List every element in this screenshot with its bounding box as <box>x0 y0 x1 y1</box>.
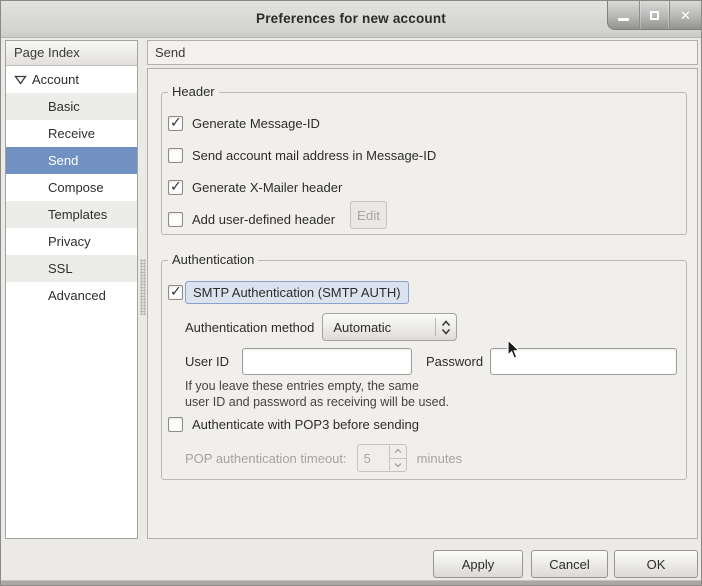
smtp-auth-row: SMTP Authentication (SMTP AUTH) <box>168 278 409 306</box>
auth-method-row: Authentication method Automatic <box>185 313 457 341</box>
pop-timeout-row: POP authentication timeout: minutes <box>185 444 462 472</box>
spinner-up-icon <box>390 445 406 459</box>
sidebar-item-basic[interactable]: Basic <box>6 93 137 120</box>
sidebar-item-advanced[interactable]: Advanced <box>6 282 137 309</box>
sidebar-item-ssl[interactable]: SSL <box>6 255 137 282</box>
hint-line-2: user ID and password as receiving will b… <box>185 395 449 411</box>
sidebar-item-account[interactable]: Account <box>6 66 137 93</box>
sidebar-item-label: Compose <box>6 174 104 201</box>
smtp-auth-label: SMTP Authentication (SMTP AUTH) <box>185 281 409 304</box>
pane-resize-grip[interactable] <box>140 259 146 315</box>
sidebar-item-receive[interactable]: Receive <box>6 120 137 147</box>
auth-method-value: Automatic <box>333 320 435 335</box>
sidebar-item-label: Templates <box>6 201 107 228</box>
sidebar-item-label: Privacy <box>6 228 91 255</box>
sidebar-item-compose[interactable]: Compose <box>6 174 137 201</box>
sidebar-item-send[interactable]: Send <box>6 147 137 174</box>
auth-method-label: Authentication method <box>185 320 314 335</box>
maximize-icon <box>650 11 659 20</box>
apply-button[interactable]: Apply <box>433 550 523 578</box>
preferences-dialog: Preferences for new account ✕ Page Index… <box>0 0 702 586</box>
pop-timeout-spinner <box>357 444 407 472</box>
pop-timeout-unit: minutes <box>417 451 463 466</box>
expander-open-icon[interactable] <box>14 74 27 86</box>
pop-timeout-value <box>358 445 389 471</box>
pop3-before-sending-checkbox[interactable] <box>168 417 183 432</box>
send-address-in-message-id-row: Send account mail address in Message-ID <box>168 144 436 166</box>
hint-line-1: If you leave these entries empty, the sa… <box>185 379 449 395</box>
authentication-group-label: Authentication <box>168 252 258 267</box>
checkbox-label: Add user-defined header <box>192 212 335 227</box>
spinner-arrows <box>389 445 406 471</box>
combo-separator <box>435 318 436 336</box>
user-id-label: User ID <box>185 354 235 369</box>
generate-x-mailer-row: Generate X-Mailer header <box>168 176 342 198</box>
checkbox-label: Send account mail address in Message-ID <box>192 148 436 163</box>
page-index-column-header[interactable]: Page Index <box>6 41 137 66</box>
add-user-defined-header-checkbox[interactable] <box>168 212 183 227</box>
auth-method-select[interactable]: Automatic <box>322 313 457 341</box>
minimize-icon <box>618 18 629 21</box>
sidebar-item-label: SSL <box>6 255 73 282</box>
window-controls: ✕ <box>607 1 701 30</box>
generate-x-mailer-checkbox[interactable] <box>168 180 183 195</box>
authentication-group: Authentication SMTP Authentication (SMTP… <box>161 260 687 480</box>
header-group: Header Generate Message-ID Send account … <box>161 92 687 235</box>
pop-timeout-label: POP authentication timeout: <box>185 451 347 466</box>
send-address-in-message-id-checkbox[interactable] <box>168 148 183 163</box>
minimize-button[interactable] <box>608 1 639 29</box>
checkbox-label: Generate X-Mailer header <box>192 180 342 195</box>
ok-button[interactable]: OK <box>614 550 698 578</box>
sidebar-item-label: Basic <box>6 93 80 120</box>
generate-message-id-checkbox[interactable] <box>168 116 183 131</box>
chevron-up-down-icon <box>441 320 451 335</box>
page-title: Send <box>147 40 698 65</box>
sidebar-item-label: Advanced <box>6 282 106 309</box>
add-user-defined-header-row: Add user-defined header <box>168 208 335 230</box>
cancel-button[interactable]: Cancel <box>531 550 608 578</box>
checkbox-label: Generate Message-ID <box>192 116 320 131</box>
sidebar-item-privacy[interactable]: Privacy <box>6 228 137 255</box>
user-id-input[interactable] <box>242 348 412 375</box>
maximize-button[interactable] <box>639 1 670 29</box>
header-group-label: Header <box>168 84 219 99</box>
password-input[interactable] <box>490 348 677 375</box>
page-index-tree: Page Index Account Basic Receive Send Co… <box>5 40 138 539</box>
spinner-down-icon <box>390 459 406 472</box>
close-icon: ✕ <box>680 9 691 22</box>
credentials-hint: If you leave these entries empty, the sa… <box>185 379 449 410</box>
sidebar-item-templates[interactable]: Templates <box>6 201 137 228</box>
password-label: Password <box>426 354 483 369</box>
titlebar[interactable]: Preferences for new account ✕ <box>1 1 701 38</box>
pop3-before-sending-row: Authenticate with POP3 before sending <box>168 413 419 435</box>
window-bottom-edge <box>1 580 701 585</box>
close-button[interactable]: ✕ <box>670 1 701 29</box>
sidebar-item-label: Account <box>32 66 79 93</box>
sidebar-item-label: Receive <box>6 120 95 147</box>
checkbox-label: Authenticate with POP3 before sending <box>192 417 419 432</box>
credentials-row: User ID Password <box>185 348 677 375</box>
window-title: Preferences for new account <box>1 11 701 26</box>
send-settings-panel: Header Generate Message-ID Send account … <box>147 68 698 539</box>
sidebar-item-label: Send <box>6 147 78 174</box>
generate-message-id-row: Generate Message-ID <box>168 112 320 134</box>
smtp-auth-checkbox[interactable] <box>168 285 183 300</box>
edit-button: Edit <box>350 201 387 229</box>
